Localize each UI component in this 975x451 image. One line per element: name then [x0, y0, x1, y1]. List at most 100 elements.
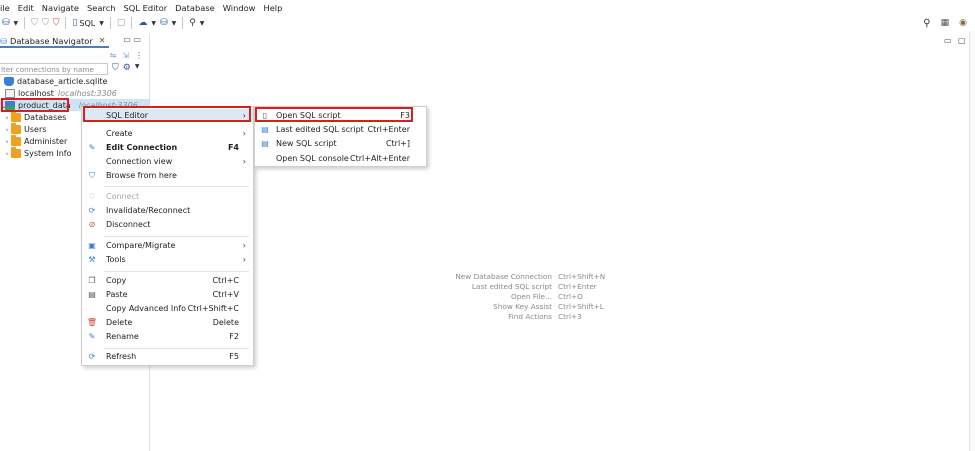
menu-item-last-edited-sql-script[interactable]: ▤ Last edited SQL script Ctrl+Enter — [255, 123, 426, 136]
tab-database-navigator[interactable]: ⛁ Database Navigator ✕ — [0, 35, 110, 48]
global-search-icon[interactable]: ⚲ — [921, 16, 932, 30]
menu-database[interactable]: Database — [171, 3, 219, 13]
sql-button-label: SQL — [79, 18, 96, 28]
hint-keys: Ctrl+Shift+L — [558, 301, 604, 311]
minimize-icon[interactable]: ▭ ▭ — [123, 35, 141, 44]
menu-item-open-sql-console[interactable]: Open SQL console Ctrl+Alt+Enter — [255, 152, 426, 165]
menu-item-browse-from-here[interactable]: ⛉ Browse from here — [82, 169, 253, 182]
hint-action[interactable]: Last edited SQL script — [440, 282, 558, 291]
menu-help[interactable]: Help — [259, 3, 286, 13]
delete-icon: 🗑 — [86, 318, 98, 327]
menu-item-shortcut: Ctrl+V — [212, 290, 239, 299]
menu-item-shortcut: F5 — [229, 352, 239, 361]
folder-icon — [11, 123, 21, 134]
menu-item-paste[interactable]: ▤ Paste Ctrl+V — [82, 288, 253, 301]
hint-action[interactable]: Find Actions — [440, 312, 558, 321]
refresh-icon: ⟳ — [88, 352, 96, 361]
maximize-icon[interactable]: ▢ — [958, 36, 966, 45]
main-toolbar: ⛁ ▼ ⛉ ⛉ ⛉ ▯ SQL ▼ ▢ ☁ ▼ ⛁ ▼ ⚲ ▼ — [0, 15, 975, 31]
dropdown-arrow-icon[interactable]: ▼ — [12, 16, 21, 30]
menu-search[interactable]: Search — [83, 3, 120, 13]
expand-arrow-icon[interactable]: › — [3, 126, 11, 134]
filter-connected-icon[interactable]: ⛉ — [112, 63, 119, 73]
menu-edit[interactable]: Edit — [14, 3, 38, 13]
menu-item-edit-connection[interactable]: ✎ Edit Connection F4 — [82, 141, 253, 154]
toolbar-separator — [109, 17, 111, 29]
tree-item-administer[interactable]: › Administer — [0, 135, 68, 147]
menu-item-invalidate-reconnect[interactable]: ⟳ Invalidate/Reconnect — [82, 204, 253, 217]
menu-separator — [104, 271, 249, 272]
menu-item-label: Refresh — [106, 352, 137, 361]
hint-row: New Database Connection Ctrl+Shift+N — [440, 271, 640, 281]
sql-file-icon: ▯ — [72, 18, 78, 28]
menu-item-copy[interactable]: ❐ Copy Ctrl+C — [82, 274, 253, 287]
tree-item-label: Databases — [24, 113, 67, 122]
tree-item-system-info[interactable]: › System Info — [0, 147, 72, 159]
tree-item-databases[interactable]: › Databases — [0, 111, 67, 123]
menu-item-label: Paste — [106, 290, 128, 299]
sql-editor-button[interactable]: ▯ SQL — [70, 16, 97, 30]
menu-item-refresh[interactable]: ⟳ Refresh F5 — [82, 350, 253, 363]
browse-icon: ⛉ — [89, 170, 95, 180]
minimize-icon[interactable]: ▭ — [944, 36, 952, 45]
expand-arrow-icon[interactable]: › — [3, 138, 11, 146]
hint-keys: Ctrl+3 — [558, 311, 582, 321]
menu-item-connect[interactable]: ♡ Connect — [82, 190, 253, 203]
collapse-icon[interactable]: ⇲ — [122, 51, 129, 60]
menu-item-compare-migrate[interactable]: ▣ Compare/Migrate › — [82, 239, 253, 252]
tree-item-label: Administer — [24, 137, 68, 146]
perspective-icon[interactable]: ▦ — [939, 16, 952, 30]
sql-editor-highlight-box — [83, 106, 251, 122]
menu-file[interactable]: ile — [0, 3, 14, 13]
tree-item-database-article[interactable]: database_article.sqlite — [0, 76, 107, 87]
close-icon[interactable]: ✕ — [99, 36, 106, 45]
menu-item-label: Browse from here — [106, 171, 177, 180]
invalidate-icon[interactable]: ⛉ — [51, 16, 62, 30]
disconnect-icon[interactable]: ⛉ — [40, 16, 51, 30]
tree-item-label: Users — [24, 125, 47, 134]
database-icon[interactable]: ⛁ — [158, 16, 170, 30]
filter-config-icon[interactable]: ⚙ — [123, 63, 131, 73]
menu-item-disconnect[interactable]: ⊘ Disconnect — [82, 218, 253, 231]
submenu-arrow-icon: › — [242, 157, 246, 166]
link-icon[interactable]: ⇋ — [110, 51, 117, 60]
menu-item-copy-advanced-info[interactable]: Copy Advanced Info Ctrl+Shift+C — [82, 302, 253, 315]
dropdown-arrow-icon[interactable]: ▼ — [170, 16, 179, 30]
menu-item-label: Create — [106, 129, 133, 138]
view-menu-icon[interactable]: ⋮ — [135, 51, 143, 60]
menu-item-rename[interactable]: ✎ Rename F2 — [82, 330, 253, 343]
tree-item-host: localhost:3306 — [57, 89, 117, 98]
filter-connections-input[interactable]: lter connections by name — [0, 63, 108, 75]
menu-sql-editor[interactable]: SQL Editor — [120, 3, 172, 13]
dbeaver-perspective-icon[interactable]: ◉ — [957, 16, 969, 30]
menu-item-connection-view[interactable]: Connection view › — [82, 155, 253, 168]
menu-item-label: Open SQL console — [276, 154, 349, 163]
menu-item-tools[interactable]: ⚒ Tools › — [82, 253, 253, 266]
menu-item-new-sql-script[interactable]: ▤ New SQL script Ctrl+] — [255, 137, 426, 150]
tree-item-users[interactable]: › Users — [0, 123, 47, 135]
new-connection-icon[interactable]: ⛁ — [0, 16, 12, 30]
menu-item-create[interactable]: Create › — [82, 127, 253, 140]
menu-navigate[interactable]: Navigate — [38, 3, 83, 13]
menu-item-label: Rename — [106, 332, 139, 341]
toolbar-separator — [24, 17, 26, 29]
filter-placeholder: lter connections by name — [1, 64, 94, 74]
dropdown-arrow-icon[interactable]: ▼ — [198, 16, 207, 30]
hint-action[interactable]: Open File... — [440, 292, 558, 301]
transaction-mode-icon[interactable]: ☁ — [136, 16, 149, 30]
menu-item-shortcut: Ctrl+C — [212, 276, 239, 285]
expand-arrow-icon[interactable]: › — [3, 114, 11, 122]
hint-action[interactable]: New Database Connection — [440, 272, 558, 281]
dropdown-arrow-icon[interactable]: ▼ — [97, 16, 106, 30]
product-data-highlight-box — [1, 98, 69, 112]
expand-arrow-icon[interactable]: › — [3, 150, 11, 158]
menu-item-delete[interactable]: 🗑 Delete Delete — [82, 316, 253, 329]
connect-icon[interactable]: ⛉ — [29, 16, 40, 30]
toolbar-separator — [182, 17, 184, 29]
menu-window[interactable]: Window — [219, 3, 260, 13]
search-icon[interactable]: ⚲ — [187, 16, 198, 30]
hint-action[interactable]: Show Key Assist — [440, 302, 558, 311]
dropdown-arrow-icon[interactable]: ▼ — [135, 63, 140, 73]
commit-icon[interactable]: ▢ — [115, 16, 128, 30]
dropdown-arrow-icon[interactable]: ▼ — [149, 16, 158, 30]
